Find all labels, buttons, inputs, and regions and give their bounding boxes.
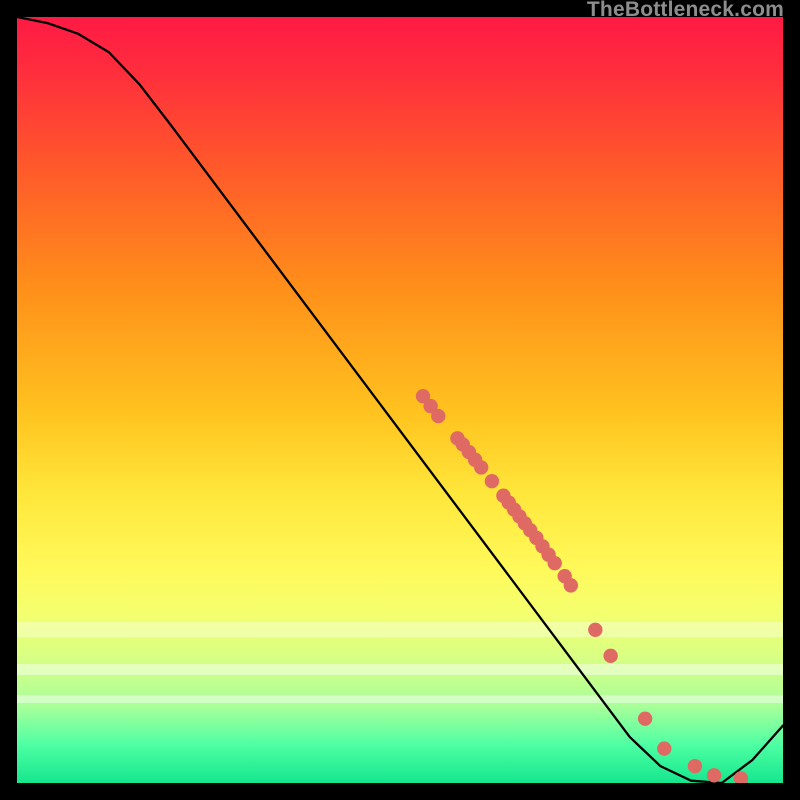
chart-frame: TheBottleneck.com (0, 0, 800, 800)
plot-area (17, 17, 783, 783)
